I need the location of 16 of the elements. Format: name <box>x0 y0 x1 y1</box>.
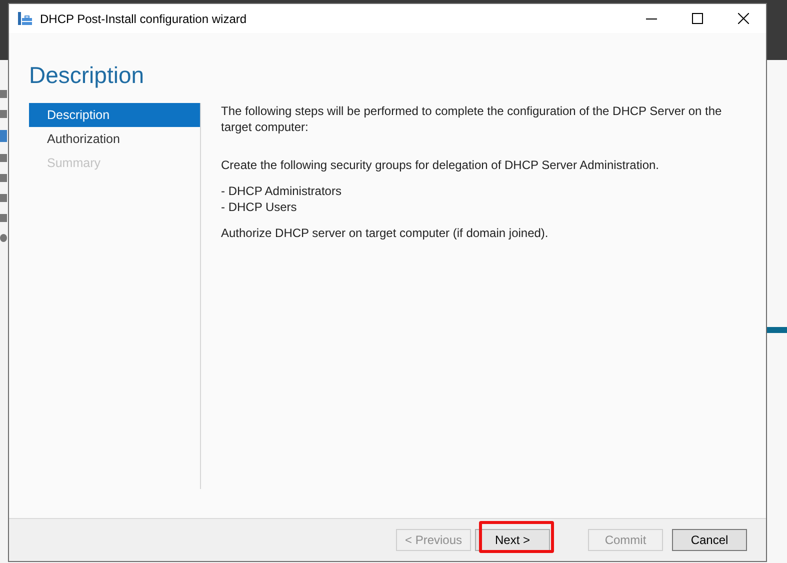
window-title: DHCP Post-Install configuration wizard <box>40 12 247 26</box>
wizard-step[interactable]: Authorization <box>29 127 200 151</box>
page-heading: Description <box>29 61 146 90</box>
wizard-button[interactable]: Next > <box>475 529 550 551</box>
list-item: - DHCP Users <box>221 199 298 215</box>
wizard-button[interactable]: Cancel <box>672 529 747 551</box>
close-icon[interactable] <box>738 13 748 24</box>
list-item: - DHCP Administrators <box>221 183 342 199</box>
maximize-icon[interactable] <box>692 13 702 24</box>
wizard-step[interactable]: Description <box>29 103 200 127</box>
description-text: Create the following security groups for delegation of DHCP Server Administration. <box>221 157 660 173</box>
description-text: The following steps will be performed to complete the configuration of the DHCP Server on the target computer: <box>221 103 723 135</box>
toolbox-icon <box>18 12 32 25</box>
background-app-bar <box>767 327 787 333</box>
description-text: Authorize DHCP server on target computer (if domain joined). <box>221 225 550 241</box>
app-icon <box>0 130 7 142</box>
